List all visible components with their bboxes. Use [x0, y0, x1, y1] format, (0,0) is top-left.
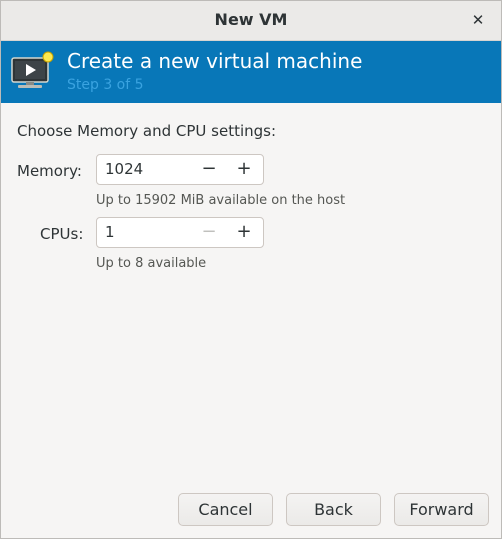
memory-label: Memory:	[17, 162, 82, 180]
banner-title: Create a new virtual machine	[67, 49, 363, 73]
memory-increment-button[interactable]: +	[227, 155, 261, 184]
close-icon: ✕	[471, 11, 485, 29]
cancel-button[interactable]: Cancel	[178, 493, 273, 526]
new-vm-window: New VM ✕ Create a new virtual machine St…	[0, 0, 502, 539]
cpus-spinbox[interactable]: 1 − +	[96, 217, 264, 248]
vm-display-icon	[11, 51, 54, 88]
window-title: New VM	[214, 10, 288, 29]
cpus-hint: Up to 8 available	[96, 256, 207, 271]
memory-spinbox[interactable]: 1024 − +	[96, 154, 264, 185]
forward-button[interactable]: Forward	[394, 493, 489, 526]
title-bar: New VM ✕	[1, 1, 501, 41]
back-button[interactable]: Back	[286, 493, 381, 526]
memory-value[interactable]: 1024	[105, 160, 143, 178]
cpus-decrement-button[interactable]: −	[192, 218, 226, 247]
memory-hint: Up to 15902 MiB available on the host	[96, 193, 346, 208]
memory-decrement-button[interactable]: −	[192, 155, 226, 184]
section-heading: Choose Memory and CPU settings:	[17, 122, 277, 140]
close-button[interactable]: ✕	[467, 9, 489, 31]
step-indicator: Step 3 of 5	[67, 77, 144, 93]
cpus-increment-button[interactable]: +	[227, 218, 261, 247]
cpus-value[interactable]: 1	[105, 223, 115, 241]
wizard-banner: Create a new virtual machine Step 3 of 5	[1, 41, 501, 103]
cpus-label: CPUs:	[40, 225, 84, 243]
